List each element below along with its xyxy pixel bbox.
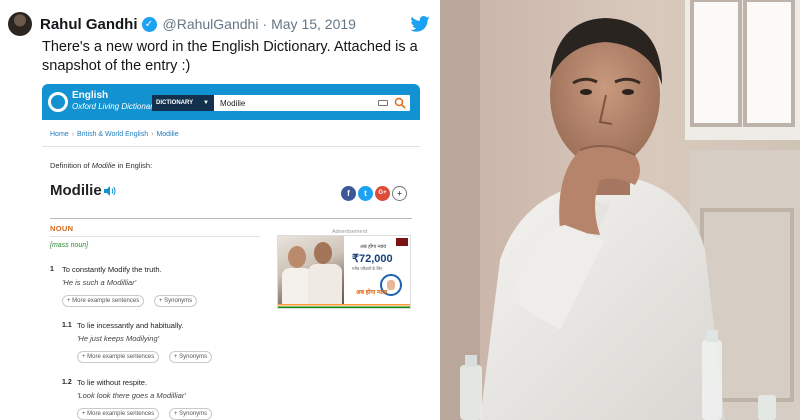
author-handle[interactable]: @RahulGandhi [163, 16, 259, 32]
breadcrumb-british-world-english[interactable]: British & World English [77, 131, 148, 138]
ad-photo [278, 236, 344, 308]
tricolor-strip [278, 304, 410, 308]
definition-intro: Definition of Modilie in English: [50, 161, 152, 170]
sense-number: 1.1 [62, 322, 72, 329]
divider [50, 236, 260, 237]
sense-example: 'He is such a Modilliar' [62, 278, 137, 287]
oxford-logo-icon [48, 92, 68, 112]
twitter-bird-icon[interactable] [410, 16, 430, 32]
ad-badge [396, 238, 408, 246]
headword: Modilie [50, 182, 102, 199]
sense-example: 'He just keeps Modilying' [77, 334, 160, 343]
sense-number: 1 [50, 266, 54, 273]
sense-definition: To lie incessantly and habitually. [77, 321, 184, 330]
search-icon[interactable] [394, 97, 406, 109]
breadcrumb-separator: › [151, 131, 154, 138]
separator-dot: · [262, 16, 268, 32]
breadcrumb-separator: › [71, 131, 75, 138]
ad-face [314, 242, 332, 264]
more-examples-button[interactable]: + More example sentences [77, 408, 160, 420]
keyboard-icon[interactable] [378, 100, 388, 106]
grammar-note: [mass noun] [50, 242, 89, 249]
ad-brand-text: अब होगा न्याय [356, 290, 388, 296]
portrait-photo [440, 0, 800, 420]
twitter-share-icon[interactable]: t [358, 186, 373, 201]
dictionary-header: English Oxford Living Dictionaries DICTI… [42, 84, 420, 120]
sense-definition: To constantly Modify the truth. [62, 265, 162, 274]
tweet-date[interactable]: May 15, 2019 [271, 16, 356, 32]
avatar[interactable] [8, 12, 32, 36]
search-bar: DICTIONARY ▼ [152, 95, 410, 111]
divider [50, 218, 412, 219]
logo-subtitle: Oxford Living Dictionaries [72, 102, 164, 111]
definition-prefix: Definition of [50, 161, 92, 170]
search-category-select[interactable]: DICTIONARY ▼ [152, 95, 214, 111]
ad-text-panel: अब होगा न्याय ₹72,000 गरीब परिवारों के ल… [344, 236, 410, 308]
more-share-icon[interactable]: + [392, 186, 407, 201]
more-examples-button[interactable]: + More example sentences [77, 351, 160, 363]
tweet-card: Rahul Gandhi ✓ @RahulGandhi · May 15, 20… [0, 0, 438, 420]
part-of-speech: NOUN [50, 224, 74, 233]
ad-hindi-headline: अब होगा न्याय [360, 244, 387, 250]
attached-image[interactable]: English Oxford Living Dictionaries DICTI… [42, 84, 420, 420]
ad-face [288, 246, 306, 268]
ad-figure [308, 264, 342, 308]
sense-definition: To lie without respite. [77, 378, 148, 387]
synonyms-button[interactable]: + Synonyms [169, 408, 213, 420]
synonyms-button[interactable]: + Synonyms [169, 351, 213, 363]
breadcrumb-home[interactable]: Home [50, 131, 69, 138]
sense-number: 1.2 [62, 379, 72, 386]
definition-word: Modilie [91, 161, 116, 170]
divider [42, 146, 420, 147]
google-plus-share-icon[interactable]: G+ [375, 186, 390, 201]
logo-title: English [72, 90, 109, 101]
search-category-label: DICTIONARY [156, 100, 194, 106]
breadcrumb-current[interactable]: Modilie [156, 131, 178, 138]
definition-suffix: in English: [115, 161, 153, 170]
tweet-header: Rahul Gandhi ✓ @RahulGandhi · May 15, 20… [8, 12, 430, 36]
search-input[interactable] [220, 95, 360, 111]
speaker-icon[interactable] [104, 186, 116, 196]
tweet-text: There's a new word in the English Dictio… [42, 39, 418, 74]
verified-badge-icon: ✓ [141, 16, 157, 32]
more-examples-button[interactable]: + More example sentences [62, 295, 145, 307]
breadcrumb: Home › British & World English › Modilie [50, 131, 179, 138]
facebook-share-icon[interactable]: f [341, 186, 356, 201]
ad-hindi-subtext: गरीब परिवारों के लिए [352, 266, 383, 271]
portrait-illustration [440, 0, 800, 420]
chevron-down-icon: ▼ [203, 100, 209, 106]
advertisement-banner[interactable]: अब होगा न्याय ₹72,000 गरीब परिवारों के ल… [277, 235, 411, 309]
author-name[interactable]: Rahul Gandhi [40, 16, 138, 33]
sense-example: 'Look look there goes a Modilliar' [77, 391, 186, 400]
ad-amount: ₹72,000 [352, 253, 393, 265]
synonyms-button[interactable]: + Synonyms [154, 295, 198, 307]
